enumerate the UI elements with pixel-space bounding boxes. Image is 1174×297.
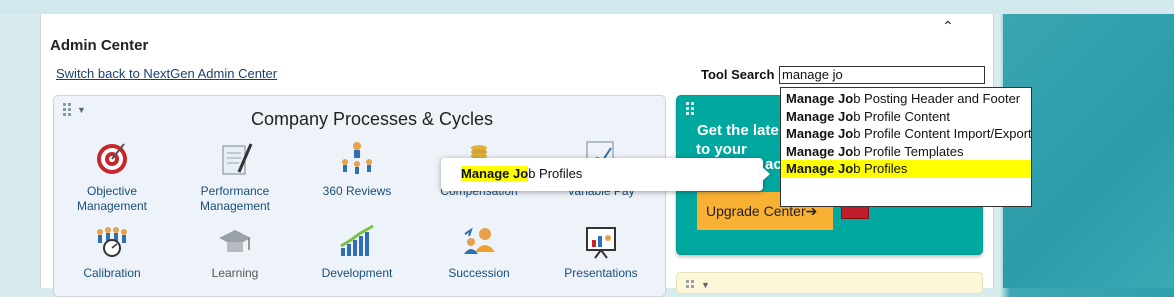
tool-search-input[interactable] (779, 66, 985, 84)
document-pen-icon (222, 143, 253, 175)
item-label: 360 Reviews (322, 184, 392, 198)
drag-handle-icon[interactable] (686, 280, 698, 288)
tool-search-label: Tool Search (701, 67, 775, 82)
popup-rest: b Profiles (528, 166, 583, 181)
item-learning[interactable]: Learning (176, 222, 294, 282)
item-succession[interactable]: Succession (420, 222, 538, 282)
target-icon (97, 143, 127, 174)
suggestion-item[interactable]: Manage Job Profile Content Import/Export (781, 125, 1032, 143)
item-label: Performance Management (199, 184, 271, 213)
item-performance-management[interactable]: Performance Management (176, 138, 294, 218)
popup-result-text[interactable]: Manage Job Profiles (461, 166, 582, 181)
item-objective-management[interactable]: Objective Management (53, 138, 171, 218)
collapse-icon[interactable]: ⌃ (942, 18, 954, 35)
item-label: Objective Management (76, 184, 148, 213)
secondary-tile (676, 272, 983, 294)
suggestion-item-selected[interactable]: Manage Job Profiles (781, 160, 1031, 178)
item-label: Development (321, 266, 393, 280)
card-headline-line1: Get the late (697, 122, 779, 139)
people-network-icon (342, 142, 372, 174)
tile-menu-chevron-icon[interactable]: ▼ (701, 280, 710, 290)
item-label: Succession (448, 266, 510, 280)
suggestion-item[interactable]: Manage Job Profile Templates (781, 143, 1031, 161)
switch-nextgen-link[interactable]: Switch back to NextGen Admin Center (56, 66, 277, 81)
item-label: Learning (211, 266, 259, 280)
card-headline-line2: to your (696, 141, 747, 158)
drag-handle-icon[interactable] (686, 102, 698, 115)
tile-menu-chevron-icon[interactable]: ▼ (77, 105, 86, 115)
tool-search-suggestions: Manage Job Posting Header and Footer Man… (780, 87, 1032, 207)
popup-pointer (760, 165, 770, 183)
item-calibration[interactable]: Calibration (53, 222, 171, 282)
page-title: Admin Center (50, 37, 149, 54)
calibration-group-icon (97, 227, 127, 257)
drag-handle-icon[interactable] (63, 103, 75, 116)
growth-chart-icon (340, 224, 374, 256)
item-label: Presentations (564, 266, 638, 280)
item-presentations[interactable]: Presentations (542, 222, 660, 282)
suggestion-item[interactable]: Manage Job Posting Header and Footer (781, 90, 1031, 108)
tile-title: Company Processes & Cycles (250, 109, 494, 129)
item-development[interactable]: Development (298, 222, 416, 282)
top-strip (0, 0, 1174, 14)
suggestion-item[interactable]: Manage Job Profile Content (781, 108, 1031, 126)
presentation-board-icon (586, 227, 616, 259)
item-label: Calibration (83, 266, 141, 280)
popup-highlight: Manage Jo (461, 166, 529, 181)
graduation-cap-icon (219, 230, 251, 252)
item-360-reviews[interactable]: 360 Reviews (298, 138, 416, 218)
succession-people-icon (464, 227, 495, 254)
